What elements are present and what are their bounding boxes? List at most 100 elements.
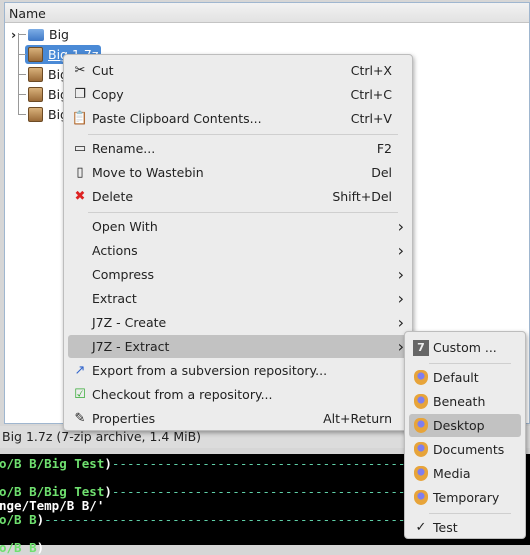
terminal-text: o/B B/Big Test [0, 456, 105, 471]
shield-icon [413, 370, 429, 386]
menu-item-label: Properties [92, 411, 156, 426]
menu-item-compress[interactable]: Compress › [68, 263, 408, 286]
terminal-text: o/B B [0, 540, 37, 555]
chevron-right-icon: › [397, 241, 404, 260]
terminal-text: o/B B [0, 512, 37, 527]
terminal-line: o/B B) [0, 541, 44, 555]
menu-item-label: Beneath [433, 394, 486, 409]
check-icon: ✓ [415, 520, 427, 535]
archive-icon [28, 47, 43, 62]
paste-icon: 📋 [71, 111, 89, 126]
context-menu: ✂ Cut Ctrl+X ❐ Copy Ctrl+C 📋 Paste Clipboard Co… [63, 54, 413, 431]
menu-item-label: Move to Wastebin [92, 165, 204, 180]
terminal-text: ) [104, 484, 112, 499]
properties-icon: ✎ [74, 411, 86, 426]
menu-item-cut[interactable]: ✂ Cut Ctrl+X [68, 59, 408, 82]
tree-line [18, 74, 26, 75]
shortcut-label: Ctrl+C [350, 87, 392, 102]
menu-item-label: Open With [92, 219, 158, 234]
column-header-name[interactable]: Name [5, 3, 529, 23]
menu-item-export-from-a-subversion-repository[interactable]: ↗ Export from a subversion repository... [68, 359, 408, 382]
tree-line [18, 34, 26, 35]
menu-item-j7z-create[interactable]: J7Z - Create › [68, 311, 408, 334]
7z-icon: 7 [413, 339, 429, 356]
chevron-right-icon: › [397, 289, 404, 308]
menu-item-label: Copy [92, 87, 124, 102]
menu-item-desktop[interactable]: Desktop [409, 414, 521, 437]
menu-item-label: Default [433, 370, 479, 385]
rename-icon: ▭ [73, 141, 87, 156]
menu-separator [88, 134, 398, 135]
archive-icon [28, 67, 43, 82]
expand-arrow-icon[interactable]: › [11, 27, 16, 42]
menu-separator [429, 513, 511, 514]
menu-separator [429, 363, 511, 364]
svn-checkout-icon: ☑ [74, 387, 86, 402]
tree-item[interactable]: › Big [11, 25, 72, 44]
menu-item-copy[interactable]: ❐ Copy Ctrl+C [68, 83, 408, 106]
menu-item-label: Documents [433, 442, 505, 457]
j7z-extract-submenu: 7 Custom ... Default Beneath Desktop Document… [404, 331, 526, 539]
delete-icon: ✖ [74, 189, 86, 204]
menu-item-label: Cut [92, 63, 114, 78]
menu-item-label: Checkout from a repository... [92, 387, 273, 402]
terminal-text: o/B B/Big Test [0, 484, 105, 499]
folder-icon [28, 28, 44, 41]
menu-item-j7z-extract[interactable]: J7Z - Extract › [68, 335, 408, 358]
menu-item-paste-clipboard-contents[interactable]: 📋 Paste Clipboard Contents... Ctrl+V [68, 107, 408, 130]
svn-export-icon: ↗ [74, 363, 86, 378]
tree-line [18, 54, 26, 55]
menu-item-default[interactable]: Default [409, 366, 521, 389]
terminal-line: nge/Temp/B B/' [0, 499, 104, 513]
menu-item-label: Temporary [433, 490, 500, 505]
scissors-icon: ✂ [74, 63, 86, 78]
shield-icon [413, 442, 429, 458]
shield-icon [413, 394, 429, 410]
menu-item-test[interactable]: ✓ Test [409, 516, 521, 539]
menu-item-label: Delete [92, 189, 134, 204]
menu-item-label: Extract [92, 291, 137, 306]
shortcut-label: Alt+Return [323, 411, 392, 426]
menu-item-label: Desktop [433, 418, 485, 433]
terminal-text: ) [104, 456, 112, 471]
menu-item-label: Test [433, 520, 458, 535]
menu-item-label: Compress [92, 267, 155, 282]
shortcut-label: Del [371, 165, 392, 180]
tree-line [18, 114, 26, 115]
menu-item-label: Rename... [92, 141, 156, 156]
menu-item-move-to-wastebin[interactable]: ▯ Move to Wastebin Del [68, 161, 408, 184]
menu-item-beneath[interactable]: Beneath [409, 390, 521, 413]
menu-item-label: J7Z - Extract [92, 339, 170, 354]
menu-item-open-with[interactable]: Open With › [68, 215, 408, 238]
chevron-right-icon: › [397, 313, 404, 332]
tree-line [18, 94, 26, 95]
menu-item-rename[interactable]: ▭ Rename... F2 [68, 137, 408, 160]
terminal-text: nge/Temp/B B/' [0, 498, 105, 513]
shortcut-label: Shift+Del [332, 189, 392, 204]
shield-icon [413, 418, 429, 434]
menu-item-custom[interactable]: 7 Custom ... [409, 336, 521, 359]
menu-item-label: Export from a subversion repository... [92, 363, 328, 378]
menu-item-documents[interactable]: Documents [409, 438, 521, 461]
menu-item-extract[interactable]: Extract › [68, 287, 408, 310]
menu-item-properties[interactable]: ✎ Properties Alt+Return [68, 407, 408, 430]
menu-item-label: Paste Clipboard Contents... [92, 111, 262, 126]
menu-item-delete[interactable]: ✖ Delete Shift+Del [68, 185, 408, 208]
menu-item-temporary[interactable]: Temporary [409, 486, 521, 509]
terminal-text: ) [36, 540, 45, 555]
menu-item-checkout-from-a-repository[interactable]: ☑ Checkout from a repository... [68, 383, 408, 406]
shortcut-label: Ctrl+V [350, 111, 392, 126]
shortcut-label: F2 [376, 141, 392, 156]
menu-item-label: Actions [92, 243, 138, 258]
shortcut-label: Ctrl+X [350, 63, 392, 78]
shield-icon [413, 466, 429, 482]
menu-item-label: Media [433, 466, 471, 481]
menu-item-actions[interactable]: Actions › [68, 239, 408, 262]
menu-item-media[interactable]: Media [409, 462, 521, 485]
menu-separator [88, 212, 398, 213]
shield-icon [413, 490, 429, 506]
copy-icon: ❐ [74, 87, 86, 102]
archive-icon [28, 87, 43, 102]
menu-item-label: Custom ... [433, 340, 497, 355]
archive-icon [28, 107, 43, 122]
